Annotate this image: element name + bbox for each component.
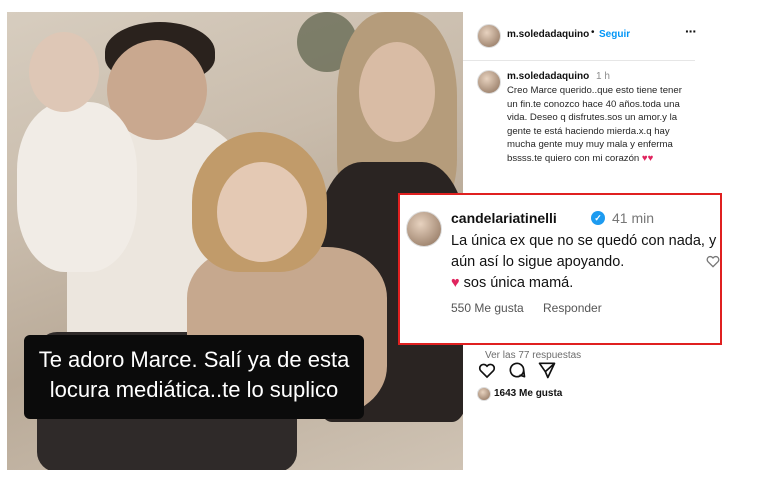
photo-baby-face xyxy=(29,32,99,112)
post-text: Creo Marce querido..que esto tiene tener… xyxy=(507,84,693,165)
post-text-body: Creo Marce querido..que esto tiene tener… xyxy=(507,85,682,164)
highlighted-comment: candelariatinelli ✓ 41 min La única ex q… xyxy=(398,193,722,345)
comment-text: La única ex que no se quedó con nada, y … xyxy=(451,231,721,294)
photo-caption: Te adoro Marce. Salí ya de esta locura m… xyxy=(24,335,364,419)
photo-girl-face xyxy=(217,162,307,262)
caption-line-1: Te adoro Marce. Salí ya de esta xyxy=(38,347,350,372)
liker-avatar xyxy=(477,387,491,401)
comment-likes[interactable]: 550 Me gusta xyxy=(451,301,524,315)
comment-username[interactable]: candelariatinelli xyxy=(451,210,557,226)
comment-icon[interactable] xyxy=(507,360,527,380)
share-icon[interactable] xyxy=(537,360,557,380)
header-separator: • xyxy=(591,27,595,38)
post-header: m.soledadaquino • Seguir ··· xyxy=(463,12,697,61)
comment-text-body: La única ex que no se quedó con nada, y … xyxy=(451,233,717,270)
heart-emoji-icon: ♥ xyxy=(451,275,460,291)
photo-woman-face xyxy=(359,42,435,142)
caption-line-2: locura mediática..te lo suplico xyxy=(49,377,339,402)
comment-time[interactable]: 41 min xyxy=(612,210,654,226)
view-replies-link[interactable]: Ver las 77 respuestas xyxy=(485,350,581,361)
more-icon[interactable]: ··· xyxy=(685,23,697,39)
post-username[interactable]: m.soledadaquino xyxy=(507,71,589,82)
heart-icon[interactable] xyxy=(477,360,497,380)
header-username[interactable]: m.soledadaquino xyxy=(507,29,589,40)
post-time[interactable]: 1 h xyxy=(596,71,610,82)
comment-heart-icon[interactable] xyxy=(705,253,721,269)
follow-button[interactable]: Seguir xyxy=(599,29,630,40)
comment-text-end: sos única mamá. xyxy=(459,275,574,291)
reply-button[interactable]: Responder xyxy=(543,301,602,315)
heart-emoji-icon: ♥♥ xyxy=(641,152,654,164)
likes-count[interactable]: 1643 Me gusta xyxy=(494,388,562,399)
avatar[interactable] xyxy=(406,211,442,247)
avatar[interactable] xyxy=(477,70,501,94)
verified-icon: ✓ xyxy=(591,211,605,225)
photo-baby-body xyxy=(17,102,137,272)
avatar[interactable] xyxy=(477,24,501,48)
